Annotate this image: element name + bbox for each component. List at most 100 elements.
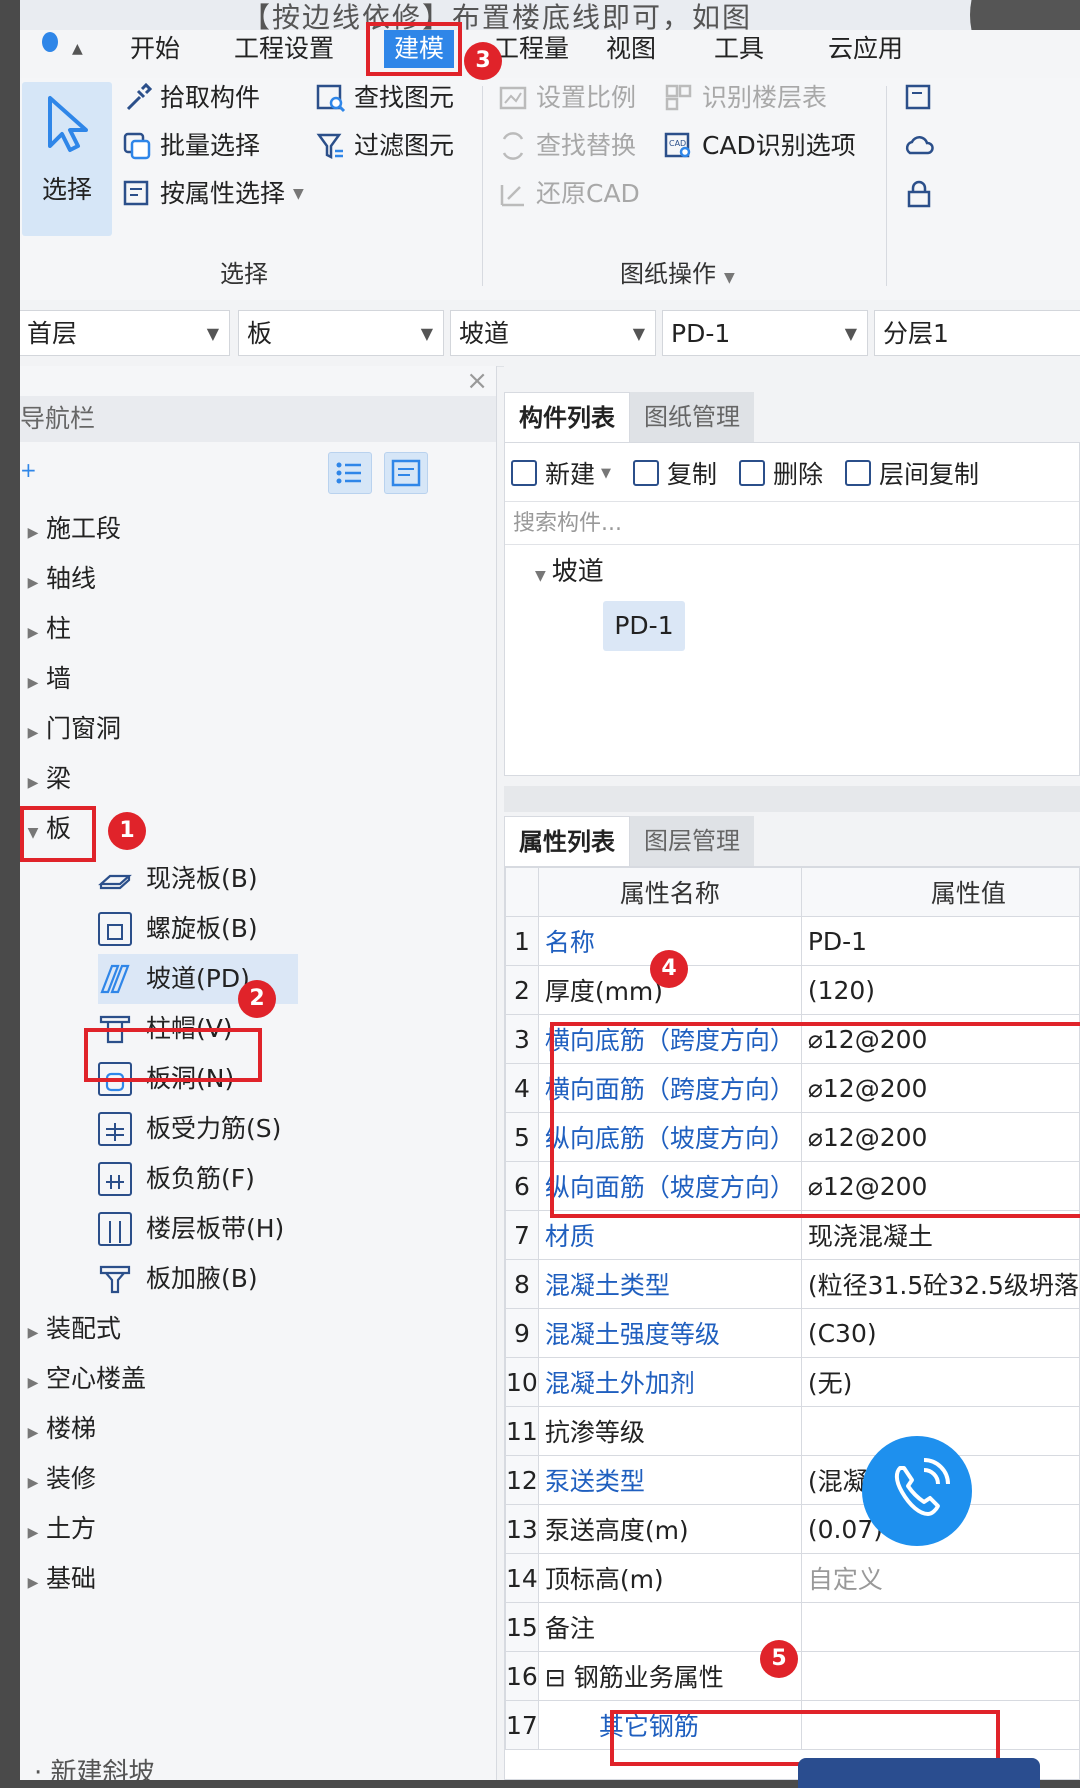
set-scale-button[interactable]: 设置比例 [498, 78, 636, 118]
close-icon[interactable]: × [466, 366, 488, 396]
menu-project-settings[interactable]: 工程设置 [234, 30, 334, 68]
property-value[interactable]: (C30) [801, 1309, 1080, 1358]
tree-item-label: 墙 [46, 664, 71, 693]
property-name: 混凝土类型 [538, 1260, 801, 1309]
group-label-drawing: 图纸操作▼ [620, 254, 735, 289]
tree-leaf-label: 板受力筋(S) [146, 1104, 281, 1154]
tree-item-finishing[interactable]: ▶装修 [20, 1454, 96, 1504]
property-value[interactable]: PD-1 [801, 917, 1080, 966]
property-row[interactable]: 12泵送类型(混凝土泵) [506, 1456, 1080, 1505]
column-header-value: 属性值 [801, 868, 1080, 917]
tree-item-beam[interactable]: ▶梁 [20, 754, 71, 804]
app-icon[interactable] [42, 32, 58, 52]
add-icon[interactable]: + [20, 458, 37, 482]
restore-cad-button[interactable]: 还原CAD [498, 174, 640, 214]
tree-item-wall[interactable]: ▶墙 [20, 654, 71, 704]
layer-select[interactable]: 分层1 [874, 310, 1080, 356]
menu-bar: ▲ 开始 工程设置 建模 工程量 视图 工具 云应用 [20, 30, 1080, 78]
property-row[interactable]: 15备注 [506, 1603, 1080, 1652]
collapse-icon[interactable]: ⊟ [545, 1663, 574, 1692]
property-value[interactable] [801, 1603, 1080, 1652]
find-replace-button[interactable]: 查找替换 [498, 126, 636, 166]
property-value[interactable]: (无) [801, 1358, 1080, 1407]
detail-view-button[interactable] [384, 452, 428, 494]
floor-band-icon [98, 1212, 132, 1246]
splitter[interactable] [504, 786, 1080, 812]
tree-leaf-negative-rebar[interactable]: 板负筋(F) [98, 1154, 255, 1204]
tree-leaf-label: 板负筋(F) [146, 1154, 255, 1204]
tree-item-construction-segment[interactable]: ▶施工段 [20, 504, 121, 554]
floor-select[interactable]: 首层▼ [20, 310, 230, 356]
tab-component-list[interactable]: 构件列表 [504, 392, 630, 443]
tree-item-hollow-floor[interactable]: ▶空心楼盖 [20, 1354, 146, 1404]
tree-item-column[interactable]: ▶柱 [20, 604, 71, 654]
property-name: 混凝土强度等级 [538, 1309, 801, 1358]
property-value[interactable] [801, 1652, 1080, 1701]
phone-icon [862, 1436, 972, 1546]
tree-item-openings[interactable]: ▶门窗洞 [20, 704, 121, 754]
component-search-input[interactable]: 搜索构件... [505, 501, 1079, 545]
cad-options-button[interactable]: CAD CAD识别选项 [664, 126, 856, 166]
find-element-button[interactable]: 查找图元 [316, 78, 454, 118]
tree-leaf-label: 现浇板(B) [146, 854, 258, 904]
filter-element-button[interactable]: 过滤图元 [316, 126, 454, 166]
category-select[interactable]: 板▼ [238, 310, 444, 356]
property-row[interactable]: 8混凝土类型(粒径31.5砼32.5级坍落度… [506, 1260, 1080, 1309]
property-row[interactable]: 13泵送高度(m)(0.07) [506, 1505, 1080, 1554]
property-row[interactable]: 2厚度(mm)(120) [506, 966, 1080, 1015]
select-by-attribute-button[interactable]: 按属性选择▼ [122, 174, 304, 214]
property-value[interactable]: 自定义 [801, 1554, 1080, 1603]
tree-item-foundation[interactable]: ▶基础 [20, 1554, 96, 1604]
call-button[interactable] [862, 1436, 972, 1546]
tree-leaf-label: 楼层板带(H) [146, 1204, 284, 1254]
pick-component-button[interactable]: 拾取构件 [122, 78, 260, 118]
new-button[interactable]: 新建▼ [511, 455, 633, 491]
property-row-number: 9 [506, 1309, 539, 1358]
floor-copy-icon [845, 460, 871, 486]
delete-button[interactable]: 删除 [739, 455, 845, 491]
component-item-pd1[interactable]: PD-1 [603, 601, 685, 651]
ribbon-cut-button-2[interactable] [904, 126, 942, 166]
menu-tools[interactable]: 工具 [714, 30, 764, 68]
floor-copy-button[interactable]: 层间复制 [845, 455, 1001, 491]
property-row[interactable]: 1名称PD-1 [506, 917, 1080, 966]
tab-layer-management[interactable]: 图层管理 [630, 816, 754, 866]
tree-leaf-slab-rebar[interactable]: 板受力筋(S) [98, 1104, 281, 1154]
tree-leaf-floor-band[interactable]: 楼层板带(H) [98, 1204, 284, 1254]
tree-item-stairs[interactable]: ▶楼梯 [20, 1404, 96, 1454]
component-group-ramp[interactable]: ▼坡道 [535, 551, 604, 588]
tree-leaf-spiral-slab[interactable]: 螺旋板(B) [98, 904, 258, 954]
property-value[interactable]: (粒径31.5砼32.5级坍落度… [801, 1260, 1080, 1309]
property-row[interactable]: 11抗渗等级 [506, 1407, 1080, 1456]
negative-rebar-icon [98, 1162, 132, 1196]
category-select-value: 板 [247, 319, 272, 348]
property-row[interactable]: 10混凝土外加剂(无) [506, 1358, 1080, 1407]
property-row[interactable]: 14顶标高(m)自定义 [506, 1554, 1080, 1603]
tab-drawing-management[interactable]: 图纸管理 [630, 392, 754, 442]
tree-item-axis[interactable]: ▶轴线 [20, 554, 96, 604]
tree-leaf-cast-slab[interactable]: 现浇板(B) [98, 854, 258, 904]
menu-view[interactable]: 视图 [606, 30, 656, 68]
tree-item-prefab[interactable]: ▶装配式 [20, 1304, 121, 1354]
menu-cloud[interactable]: 云应用 [828, 30, 903, 68]
ribbon-cut-button-1[interactable] [904, 78, 942, 118]
component-select[interactable]: PD-1▼ [662, 310, 868, 356]
service-button[interactable] [798, 1758, 1040, 1788]
batch-select-button[interactable]: 批量选择 [122, 126, 260, 166]
tree-item-earthwork[interactable]: ▶土方 [20, 1504, 96, 1554]
app-menu-caret-icon[interactable]: ▲ [72, 30, 83, 68]
highlight-ramp-leaf [84, 1028, 262, 1082]
floor-select-value: 首层 [27, 319, 77, 348]
ribbon-cut-button-3[interactable] [904, 174, 942, 214]
menu-quantity[interactable]: 工程量 [494, 30, 569, 68]
list-view-button[interactable] [328, 452, 372, 494]
menu-start[interactable]: 开始 [130, 30, 180, 68]
type-select[interactable]: 坡道▼ [450, 310, 656, 356]
property-row[interactable]: 9混凝土强度等级(C30) [506, 1309, 1080, 1358]
property-value[interactable]: (120) [801, 966, 1080, 1015]
select-big-button[interactable]: 选择 [22, 82, 112, 236]
copy-button[interactable]: 复制 [633, 455, 739, 491]
tree-leaf-slab-haunch[interactable]: 板加腋(B) [98, 1254, 258, 1304]
identify-floor-table-button[interactable]: 识别楼层表 [664, 78, 827, 118]
tab-property-list[interactable]: 属性列表 [504, 816, 630, 867]
